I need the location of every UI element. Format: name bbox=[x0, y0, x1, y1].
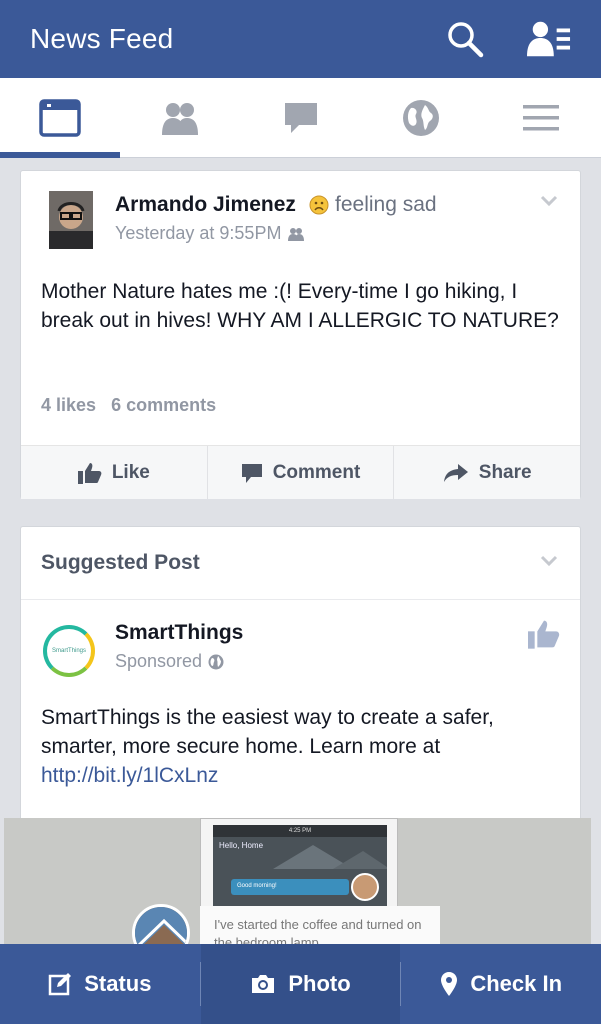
likes-count[interactable]: 4 likes bbox=[41, 395, 96, 415]
post-body: Mother Nature hates me :(! Every-time I … bbox=[41, 280, 559, 332]
status-label: Status bbox=[84, 971, 152, 996]
chat-bubble-icon bbox=[284, 102, 317, 133]
tab-friends[interactable] bbox=[120, 78, 240, 157]
globe-icon bbox=[402, 99, 439, 136]
sponsor-page-name[interactable]: SmartThings bbox=[115, 621, 243, 645]
post-stats: 4 likes 6 comments bbox=[41, 395, 216, 416]
tab-news-feed[interactable] bbox=[0, 78, 121, 158]
tab-bar bbox=[0, 78, 601, 158]
page-like-icon[interactable] bbox=[528, 619, 560, 649]
post-timestamp[interactable]: Yesterday at 9:55PM bbox=[115, 223, 281, 244]
like-label: Like bbox=[111, 461, 150, 483]
logo-text: SmartThings bbox=[51, 648, 86, 654]
location-pin-icon bbox=[441, 972, 458, 996]
suggested-post-heading: Suggested Post bbox=[41, 551, 200, 574]
status-post-card: Armando Jimenez feeling sad Yesterday at… bbox=[20, 170, 581, 499]
comment-icon bbox=[241, 463, 262, 483]
feeling-text: feeling sad bbox=[335, 193, 437, 216]
smartthings-logo[interactable]: SmartThings bbox=[43, 625, 95, 677]
search-icon[interactable] bbox=[443, 17, 487, 61]
phone-screen: 4:25 PM Hello, Home Good morning! bbox=[213, 825, 387, 907]
edit-icon bbox=[48, 973, 72, 996]
divider bbox=[21, 599, 580, 600]
like-button[interactable]: Like bbox=[21, 446, 208, 499]
share-label: Share bbox=[478, 461, 532, 483]
house-photo bbox=[132, 904, 190, 944]
check-in-button[interactable]: Check In bbox=[401, 944, 601, 1024]
photo-label: Photo bbox=[288, 971, 351, 996]
house-roof-icon bbox=[273, 845, 387, 869]
friend-requests-icon[interactable] bbox=[527, 17, 571, 61]
sponsored-meta: Sponsored bbox=[115, 651, 224, 672]
suggested-body-text: SmartThings is the easiest way to create… bbox=[41, 706, 494, 758]
tab-more[interactable] bbox=[481, 78, 601, 157]
friends-icon bbox=[162, 102, 199, 135]
user-photo bbox=[351, 873, 379, 901]
photo-button[interactable]: Photo bbox=[200, 944, 401, 1024]
news-feed-icon bbox=[39, 98, 81, 137]
post-feeling: feeling sad bbox=[309, 193, 437, 217]
chevron-down-icon[interactable] bbox=[540, 555, 558, 567]
phone-greeting: Hello, Home bbox=[219, 841, 264, 850]
comment-label: Comment bbox=[272, 461, 361, 483]
sponsored-label: Sponsored bbox=[115, 651, 203, 671]
bottom-action-bar: Status Photo Check In bbox=[0, 944, 601, 1024]
camera-icon bbox=[252, 975, 275, 993]
comment-button[interactable]: Comment bbox=[208, 446, 395, 499]
thumbs-up-icon bbox=[77, 462, 102, 484]
suggested-link[interactable]: http://bit.ly/1lCxLnz bbox=[41, 764, 218, 787]
suggested-post-card: Suggested Post SmartThings SmartThings S… bbox=[20, 526, 581, 846]
friends-audience-icon bbox=[288, 227, 305, 241]
check-in-label: Check In bbox=[470, 971, 563, 996]
phone-notification: Good morning! bbox=[231, 879, 349, 895]
globe-small-icon bbox=[208, 654, 224, 669]
ad-bubble-text: I've started the coffee and turned on th… bbox=[200, 906, 440, 944]
status-button[interactable]: Status bbox=[0, 944, 200, 1024]
page-title: News Feed bbox=[30, 23, 174, 54]
chevron-down-icon[interactable] bbox=[540, 195, 558, 207]
post-meta: Yesterday at 9:55PM bbox=[115, 223, 305, 244]
post-actions: Like Comment Share bbox=[21, 445, 580, 499]
avatar[interactable] bbox=[49, 191, 93, 249]
suggested-post-body: SmartThings is the easiest way to create… bbox=[41, 703, 560, 790]
post-author[interactable]: Armando Jimenez bbox=[115, 193, 296, 217]
menu-icon bbox=[522, 104, 559, 130]
sponsored-image[interactable]: 4:25 PM Hello, Home Good morning! I've s… bbox=[4, 818, 591, 944]
tab-notifications[interactable] bbox=[361, 78, 481, 157]
tab-messages[interactable] bbox=[240, 78, 360, 157]
comments-count[interactable]: 6 comments bbox=[111, 395, 216, 415]
sad-emoji-icon bbox=[309, 195, 329, 215]
top-bar: News Feed bbox=[0, 0, 601, 78]
share-arrow-icon bbox=[443, 463, 468, 482]
share-button[interactable]: Share bbox=[394, 446, 580, 499]
phone-status: 4:25 PM bbox=[213, 825, 387, 837]
